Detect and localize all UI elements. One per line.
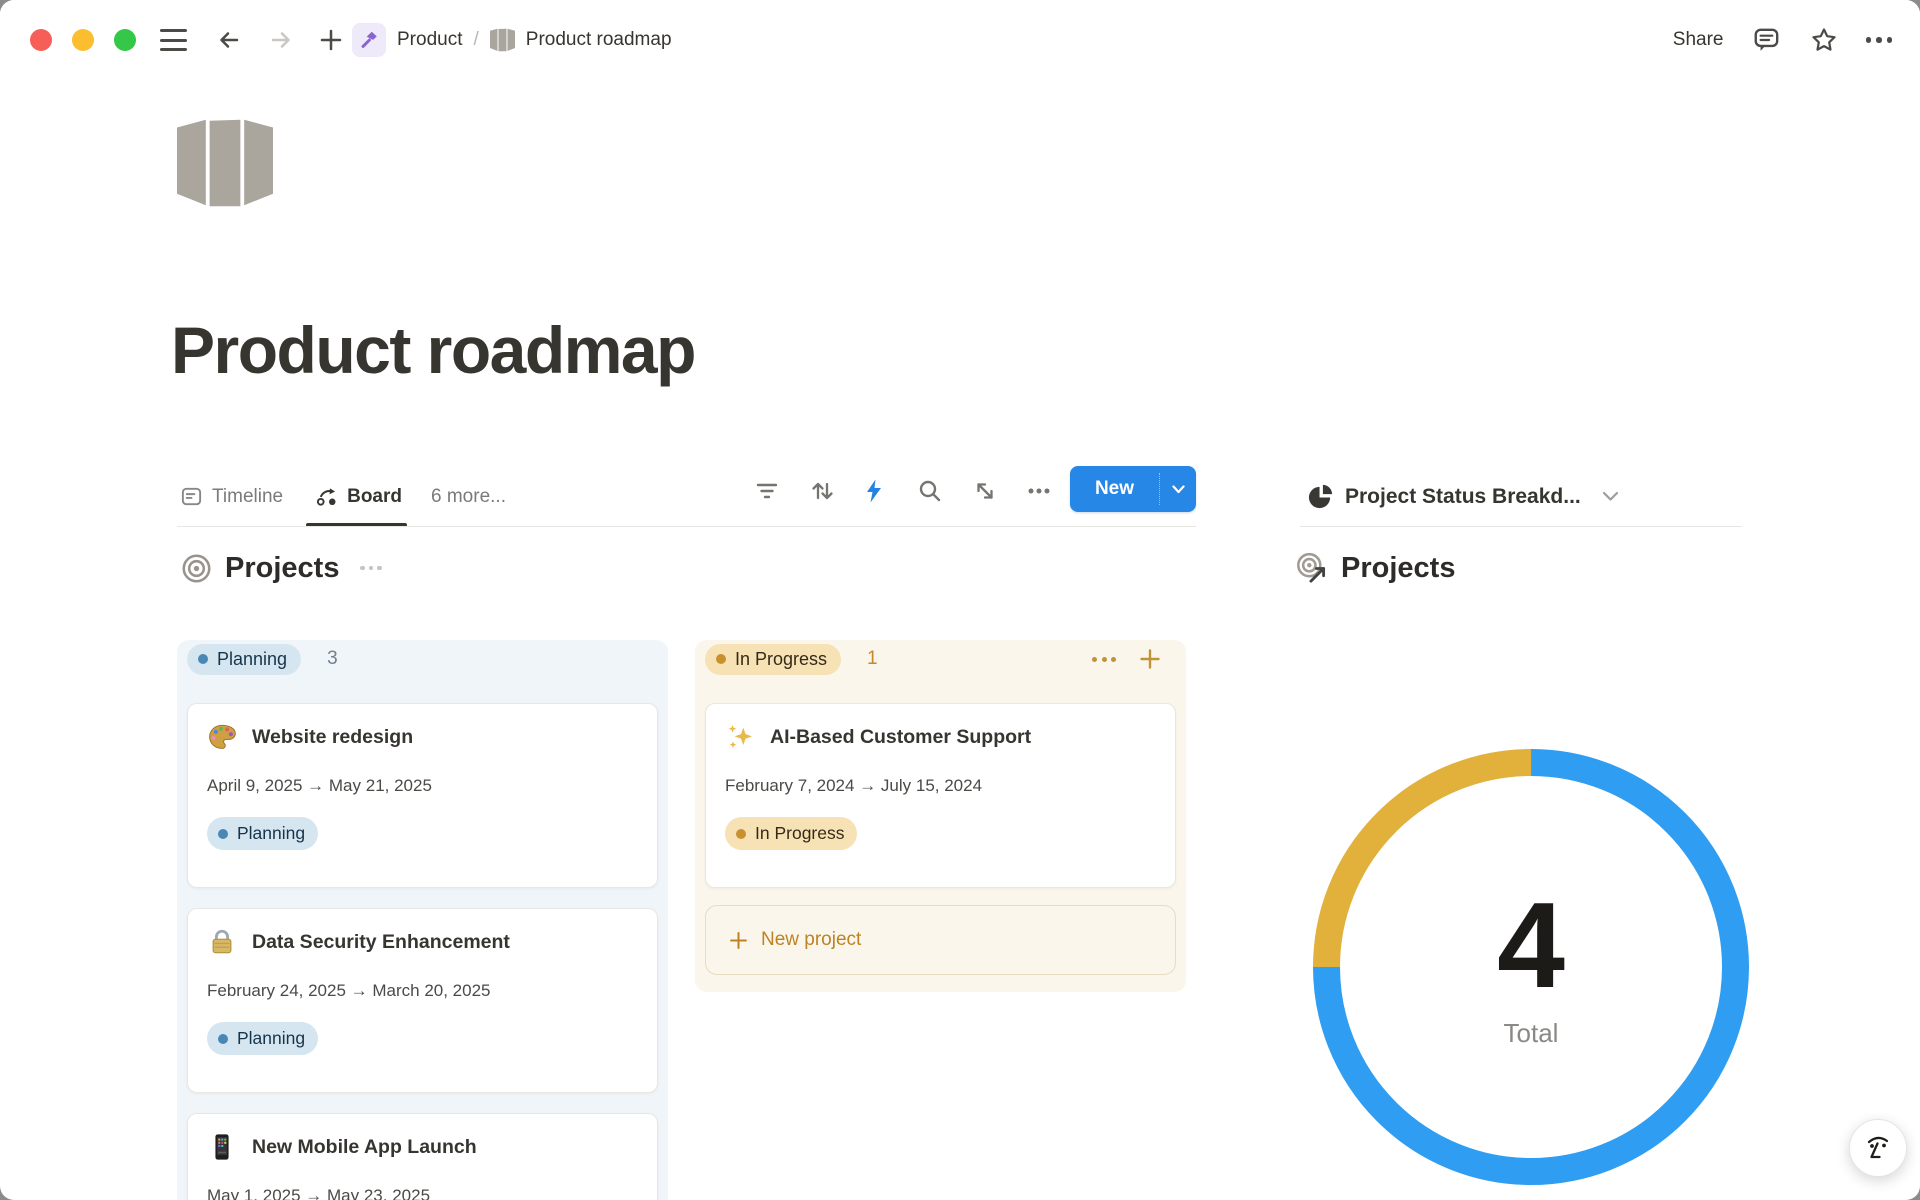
sparkles-icon: [725, 722, 755, 752]
column-count: 3: [327, 648, 338, 670]
project-card-ai-support[interactable]: AI-Based Customer Support February 7, 20…: [705, 703, 1176, 888]
donut-total-label: Total: [1309, 1018, 1753, 1049]
pie-chart-icon: [1307, 483, 1334, 510]
filter-icon[interactable]: [753, 477, 781, 505]
tab-board[interactable]: Board: [312, 466, 405, 527]
card-status-badge: In Progress: [725, 817, 857, 850]
chevron-down-icon[interactable]: [1602, 491, 1619, 502]
board-section-header: Projects: [181, 546, 382, 590]
board-column-planning: Planning 3 Website redesign April 9, 202…: [177, 640, 668, 1200]
card-title: Website redesign: [252, 726, 413, 749]
chart-view-header[interactable]: Project Status Breakd...: [1307, 466, 1619, 527]
app-window: Product / Product roadmap Share: [0, 0, 1920, 1200]
card-dates: April 9, 2025 → May 21, 2025: [207, 776, 638, 796]
column-add-card-icon[interactable]: [1138, 647, 1162, 671]
card-status-badge: Planning: [207, 817, 318, 850]
board-section-title: Projects: [225, 552, 339, 585]
map-icon-small: [490, 28, 515, 52]
board-column-in-progress: In Progress 1 AI-Based Customer Support …: [695, 640, 1186, 992]
column-header-in-progress[interactable]: In Progress 1: [705, 643, 1176, 675]
card-dates: February 7, 2024 → July 15, 2024: [725, 776, 1156, 796]
column-options-icon[interactable]: [1092, 657, 1116, 662]
favorite-star-icon[interactable]: [1810, 26, 1838, 54]
tab-timeline-label: Timeline: [212, 486, 283, 508]
workspace-hammer-icon[interactable]: [352, 23, 386, 57]
close-window-button[interactable]: [30, 29, 52, 51]
expand-view-icon[interactable]: [971, 477, 999, 505]
traffic-lights: [30, 29, 136, 51]
board-header-divider: [177, 526, 1196, 527]
donut-center: 4 Total: [1309, 884, 1753, 1049]
status-label: In Progress: [755, 823, 844, 844]
forward-arrow-icon[interactable]: [267, 26, 295, 54]
status-badge-planning[interactable]: Planning: [187, 644, 301, 675]
chart-section-title: Projects: [1341, 552, 1455, 585]
status-dot: [218, 1034, 228, 1044]
minimize-window-button[interactable]: [72, 29, 94, 51]
new-button-chevron-icon[interactable]: [1160, 466, 1196, 512]
new-button[interactable]: New: [1070, 466, 1196, 512]
status-dot: [736, 829, 746, 839]
page-title: Product roadmap: [171, 312, 695, 388]
share-button[interactable]: Share: [1673, 29, 1724, 51]
project-card-data-security[interactable]: Data Security Enhancement February 24, 2…: [187, 908, 658, 1093]
column-header-planning[interactable]: Planning 3: [187, 643, 658, 675]
project-card-website-redesign[interactable]: Website redesign April 9, 2025 → May 21,…: [187, 703, 658, 888]
card-title: Data Security Enhancement: [252, 931, 510, 954]
window-titlebar: Product / Product roadmap Share: [0, 0, 1920, 80]
ai-face-icon: [1862, 1132, 1894, 1164]
comments-icon[interactable]: [1752, 25, 1782, 55]
status-badge-in-progress[interactable]: In Progress: [705, 644, 841, 675]
card-title: New Mobile App Launch: [252, 1136, 477, 1159]
view-tabs: Timeline Board 6 more...: [177, 466, 506, 527]
plus-icon: [728, 930, 749, 951]
new-project-label: New project: [761, 929, 861, 951]
back-arrow-icon[interactable]: [215, 26, 243, 54]
palette-icon: [207, 722, 237, 752]
search-icon[interactable]: [916, 477, 944, 505]
view-options-ellipsis-icon[interactable]: [1025, 477, 1053, 505]
sidebar-menu-icon[interactable]: [160, 29, 187, 51]
status-label: In Progress: [735, 649, 827, 670]
status-label: Planning: [237, 1028, 305, 1049]
new-button-label: New: [1070, 466, 1159, 512]
status-label: Planning: [217, 649, 287, 670]
column-count: 1: [867, 648, 878, 670]
card-dates: February 24, 2025 → March 20, 2025: [207, 981, 638, 1001]
project-card-mobile-app[interactable]: New Mobile App Launch May 1, 2025 → May …: [187, 1113, 658, 1200]
chart-section-header: Projects: [1295, 546, 1455, 590]
donut-total-value: 4: [1309, 884, 1753, 1006]
status-label: Planning: [237, 823, 305, 844]
page-map-icon[interactable]: [177, 118, 273, 208]
tab-board-label: Board: [347, 486, 402, 508]
tabs-more[interactable]: 6 more...: [431, 486, 506, 508]
titlebar-actions: Share: [1673, 0, 1892, 80]
maximize-window-button[interactable]: [114, 29, 136, 51]
status-dot: [218, 829, 228, 839]
new-tab-plus-icon[interactable]: [317, 26, 345, 54]
sort-icon[interactable]: [808, 477, 836, 505]
new-project-button[interactable]: New project: [705, 905, 1176, 975]
lock-icon: [207, 927, 237, 957]
card-title: AI-Based Customer Support: [770, 726, 1031, 749]
chart-view-title: Project Status Breakd...: [1345, 485, 1581, 509]
breadcrumb: Product / Product roadmap: [352, 0, 672, 80]
status-dot: [198, 654, 208, 664]
card-dates: May 1, 2025 → May 23, 2025: [207, 1186, 638, 1200]
linked-target-icon: [1295, 552, 1328, 585]
status-dot: [716, 654, 726, 664]
tab-timeline[interactable]: Timeline: [177, 466, 286, 527]
ai-assistant-button[interactable]: [1849, 1119, 1907, 1177]
mobile-phone-icon: [207, 1132, 237, 1162]
breadcrumb-page[interactable]: Product roadmap: [526, 29, 672, 51]
board-view-icon: [315, 485, 338, 508]
automation-lightning-icon[interactable]: [860, 477, 888, 505]
section-options-icon[interactable]: [360, 566, 382, 571]
breadcrumb-workspace[interactable]: Product: [397, 29, 462, 51]
target-icon: [181, 553, 212, 584]
timeline-view-icon: [180, 485, 203, 508]
card-status-badge: Planning: [207, 1022, 318, 1055]
more-options-icon[interactable]: [1866, 37, 1893, 43]
breadcrumb-separator: /: [473, 29, 478, 51]
